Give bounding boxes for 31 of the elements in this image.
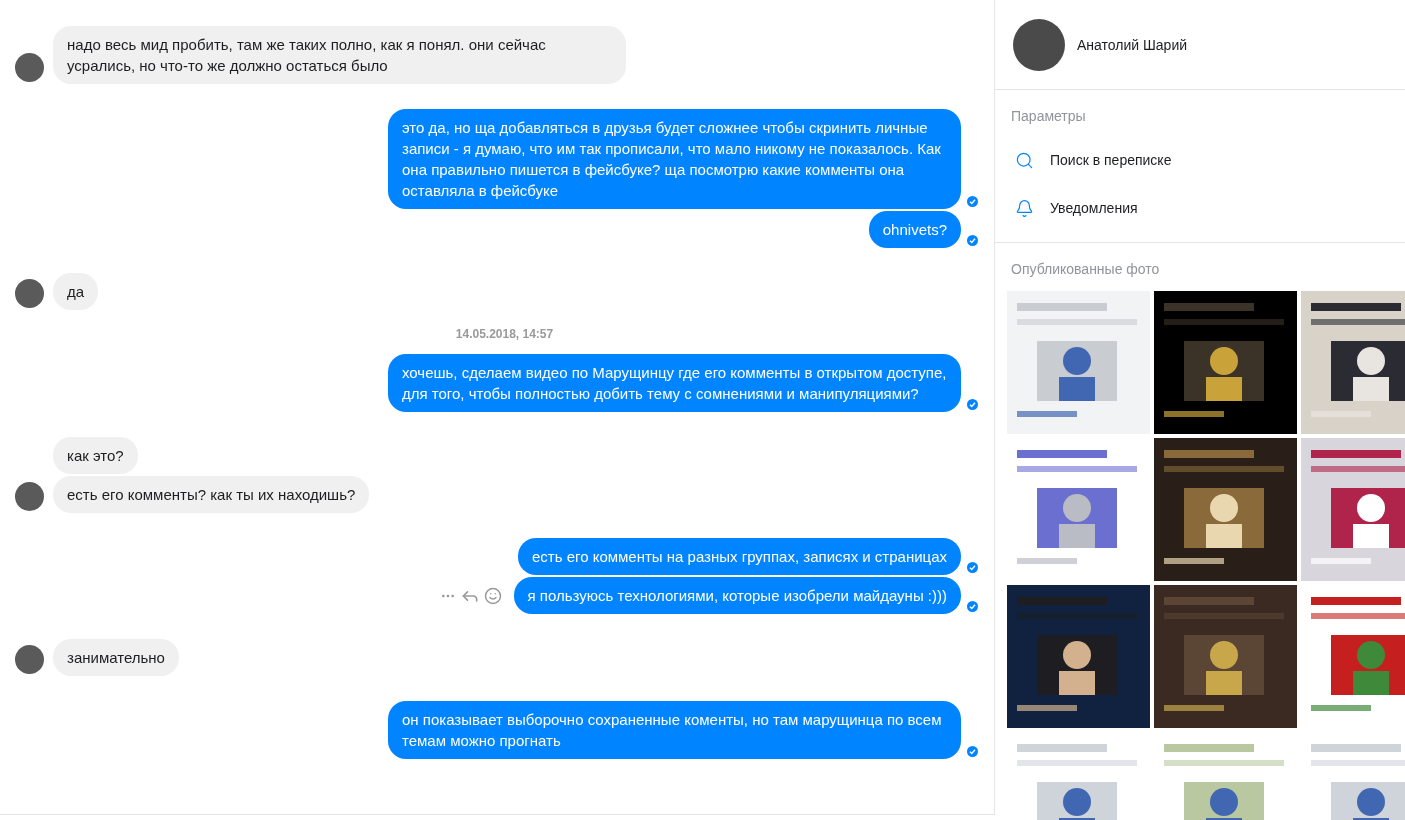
message-bubble: как это? bbox=[53, 437, 138, 474]
seen-check-icon bbox=[967, 399, 978, 410]
message-bubble: есть его комменты на разных группах, записях и страницах bbox=[517, 538, 961, 575]
avatar[interactable] bbox=[15, 645, 44, 674]
emoji-icon[interactable] bbox=[483, 586, 502, 605]
message-bubble: он показывает выборочно сохраненные коменты, но там марущинца по всем темам можно прогнать bbox=[388, 701, 961, 759]
section-title: Параметры bbox=[1010, 107, 1087, 124]
seen-check-icon bbox=[967, 562, 978, 573]
option-item[interactable]: Уведомления bbox=[995, 184, 1405, 232]
message-bubble: занимательно bbox=[53, 639, 179, 676]
timestamp: 14.05.2018, 14:57 bbox=[455, 327, 554, 341]
seen-check-icon bbox=[967, 601, 978, 612]
avatar[interactable] bbox=[15, 279, 44, 308]
message-bubble: да bbox=[53, 273, 99, 310]
seen-check-icon bbox=[967, 235, 978, 246]
message-bubble: ohnivets? bbox=[868, 211, 961, 248]
message-bubble: есть его комменты? как ты их находишь? bbox=[53, 476, 370, 513]
contact-name: Анатолий Шарий bbox=[1077, 36, 1188, 53]
message-bubble: это да, но ща добавляться в друзья будет сложнее чтобы скринить личные записи - я думаю, что им так прописали, что мало никому не показалось. Как она правильно пишется в фейсбуке? ща посмотрю какие комменты она оставляла в фейсбуке bbox=[388, 109, 961, 209]
search-icon bbox=[1015, 150, 1034, 170]
bell-icon bbox=[1015, 198, 1034, 218]
seen-check-icon bbox=[967, 196, 978, 207]
avatar[interactable] bbox=[1013, 18, 1065, 71]
message-bubble: я пользуюсь технологиями, которые изобрели майдауны :))) bbox=[513, 577, 961, 614]
avatar[interactable] bbox=[15, 482, 44, 511]
avatar[interactable] bbox=[15, 53, 44, 82]
section-title: Опубликованные фото bbox=[1010, 260, 1161, 277]
message-bubble: хочешь, сделаем видео по Марущинцу где его комменты в открытом доступе, для того, чтобы полностью добить тему с сомнениями и манипуляциями? bbox=[388, 354, 961, 412]
message-bubble: надо весь мид пробить, там же таких полно, как я понял. они сейчас усрались, но что-то же должно остаться было bbox=[53, 26, 626, 84]
seen-check-icon bbox=[967, 746, 978, 757]
option-item[interactable]: Поиск в переписке bbox=[995, 136, 1405, 184]
